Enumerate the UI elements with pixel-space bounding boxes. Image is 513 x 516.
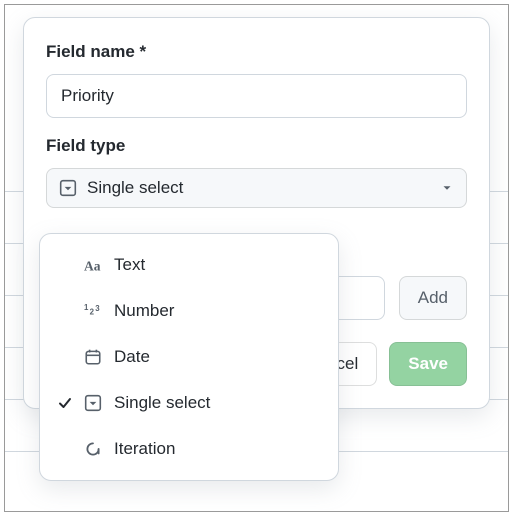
field-type-select[interactable]: Single select	[46, 168, 467, 208]
field-type-label: Field type	[46, 136, 467, 156]
field-type-option-iteration[interactable]: Iteration	[40, 426, 338, 472]
field-type-option-single-select[interactable]: Single select	[40, 380, 338, 426]
svg-text:3: 3	[95, 304, 100, 313]
svg-text:1: 1	[84, 303, 89, 312]
option-label: Iteration	[114, 439, 175, 459]
number-icon: 1 2 3	[78, 302, 108, 320]
option-label: Number	[114, 301, 174, 321]
single-select-icon	[59, 179, 77, 197]
iteration-icon	[78, 440, 108, 458]
field-type-selected-label: Single select	[87, 178, 440, 198]
field-type-dropdown: Aa Text 1 2 3 Number	[39, 233, 339, 481]
field-type-option-text[interactable]: Aa Text	[40, 242, 338, 288]
field-name-input[interactable]	[46, 74, 467, 118]
check-icon	[52, 395, 78, 411]
chevron-down-icon	[440, 181, 454, 195]
option-label: Text	[114, 255, 145, 275]
add-option-button[interactable]: Add	[399, 276, 467, 320]
single-select-icon	[78, 394, 108, 412]
svg-text:2: 2	[90, 307, 95, 316]
svg-text:Aa: Aa	[84, 259, 101, 274]
option-label: Date	[114, 347, 150, 367]
save-button[interactable]: Save	[389, 342, 467, 386]
calendar-icon	[78, 348, 108, 366]
field-type-option-number[interactable]: 1 2 3 Number	[40, 288, 338, 334]
field-type-option-date[interactable]: Date	[40, 334, 338, 380]
field-name-label: Field name *	[46, 42, 467, 62]
text-icon: Aa	[78, 256, 108, 274]
option-label: Single select	[114, 393, 210, 413]
